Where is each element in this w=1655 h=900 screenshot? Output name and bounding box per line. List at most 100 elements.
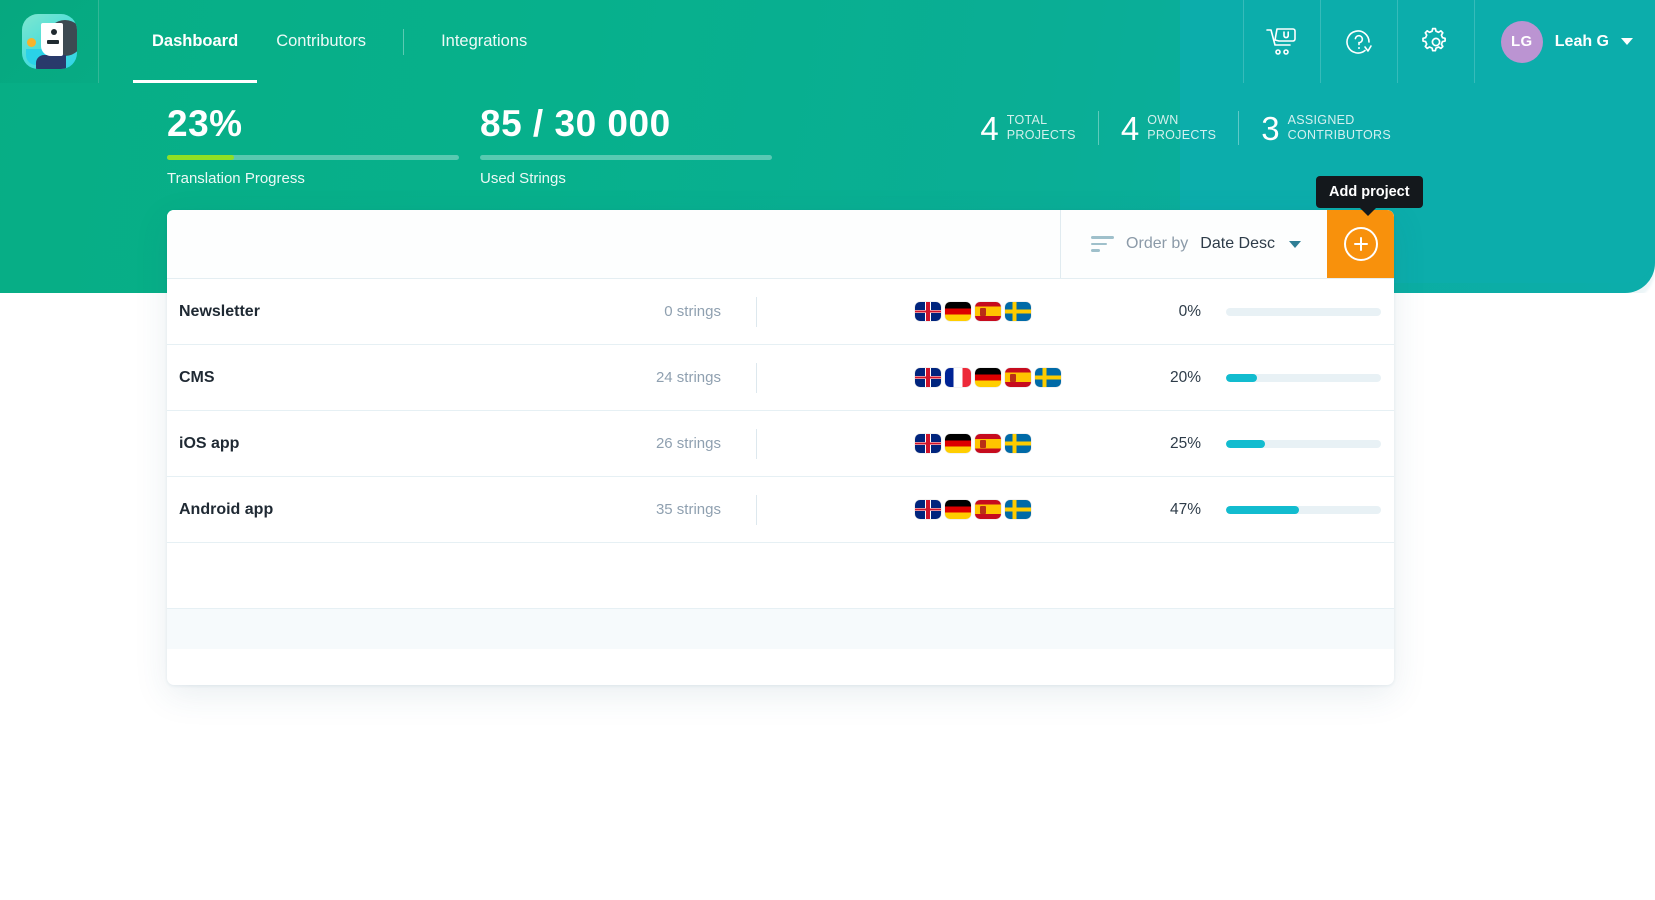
count-total-projects-line2: PROJECTS [1006, 128, 1076, 142]
chevron-down-icon [1621, 38, 1633, 45]
table-row[interactable]: Android app 35 strings 47% [167, 477, 1394, 543]
nav-item-contributors-label: Contributors [276, 32, 367, 50]
count-own-projects-label: OWN PROJECTS [1147, 113, 1216, 144]
nav-item-integrations-label: Integrations [441, 32, 528, 50]
help-button[interactable] [1319, 0, 1397, 83]
projects-empty-row [167, 543, 1394, 609]
plus-circle-icon [1343, 227, 1378, 261]
add-project-button[interactable] [1327, 210, 1394, 278]
count-assigned-contributors-number: 3 [1261, 109, 1280, 147]
order-by-control[interactable]: Order by Date Desc [1060, 210, 1327, 278]
count-total-projects: 4 TOTAL PROJECTS [958, 112, 1097, 145]
flag-fr-icon[interactable] [945, 368, 971, 387]
user-menu[interactable]: LG Leah G [1473, 0, 1655, 83]
stat-translation-progress: 23% Translation Progress [167, 83, 459, 187]
flag-se-icon[interactable] [1005, 500, 1031, 519]
projects-list: Newsletter 0 strings 0% CMS 24 strings 20% iOS… [167, 279, 1394, 543]
used-strings-value: 85 / 30 000 [480, 103, 671, 144]
used-strings-label: Used Strings [480, 170, 566, 187]
nav-item-dashboard[interactable]: Dashboard [133, 0, 258, 83]
nav-divider [403, 28, 405, 55]
flag-gb-icon[interactable] [915, 500, 941, 519]
flag-se-icon[interactable] [1035, 368, 1061, 387]
project-progress-bar [1226, 505, 1381, 514]
project-counts: 4 TOTAL PROJECTS 4 OWN PROJECTS 3 ASSIGN… [958, 111, 1413, 145]
flag-gb-icon[interactable] [915, 434, 941, 453]
count-assigned-contributors: 3 ASSIGNED CONTRIBUTORS [1239, 112, 1413, 145]
add-project-tooltip: Add project [1316, 176, 1423, 216]
order-by-label: Order by [1126, 235, 1189, 252]
flag-se-icon[interactable] [1005, 434, 1031, 453]
table-row[interactable]: CMS 24 strings 20% [167, 345, 1394, 411]
settings-button[interactable] [1396, 0, 1474, 83]
project-progress-bar [1226, 373, 1381, 382]
avatar: LG [1500, 20, 1543, 63]
flag-gb-icon[interactable] [915, 368, 941, 387]
project-languages [757, 500, 1147, 519]
count-total-projects-label: TOTAL PROJECTS [1007, 113, 1076, 144]
project-strings-count: 35 strings [655, 501, 721, 518]
count-assigned-contributors-line2: CONTRIBUTORS [1287, 128, 1391, 142]
project-progress-bar [1226, 307, 1381, 316]
toolbar-left-space [167, 210, 1060, 278]
cart-button[interactable] [1242, 0, 1320, 83]
translation-progress-value: 23% [167, 103, 243, 144]
user-name: Leah G [1554, 32, 1609, 50]
project-progress-label: 25% [1169, 434, 1201, 452]
flag-se-icon[interactable] [1005, 302, 1031, 321]
flag-gb-icon[interactable] [915, 302, 941, 321]
flag-es-icon[interactable] [1005, 368, 1031, 387]
order-by-value: Date Desc [1200, 235, 1275, 252]
count-assigned-contributors-label: ASSIGNED CONTRIBUTORS [1288, 113, 1391, 144]
flag-es-icon[interactable] [975, 302, 1001, 321]
flag-es-icon[interactable] [975, 500, 1001, 519]
top-navigation-bar: Dashboard Contributors Integrations LG L… [0, 0, 1655, 83]
help-question-icon [1345, 29, 1372, 54]
project-strings-count: 24 strings [655, 369, 721, 386]
flag-de-icon[interactable] [945, 302, 971, 321]
flag-de-icon[interactable] [945, 434, 971, 453]
project-name: CMS [179, 368, 215, 386]
project-strings-count: 26 strings [655, 435, 721, 452]
count-assigned-contributors-line1: ASSIGNED [1287, 112, 1355, 127]
logo-cell[interactable] [0, 0, 99, 83]
table-row[interactable]: Newsletter 0 strings 0% [167, 279, 1394, 345]
project-progress-label: 47% [1169, 500, 1201, 518]
used-strings-bar [480, 155, 772, 160]
translation-progress-bar [167, 155, 459, 160]
flag-es-icon[interactable] [975, 434, 1001, 453]
nav-item-contributors[interactable]: Contributors [257, 0, 385, 83]
project-strings-count: 0 strings [664, 303, 721, 320]
count-total-projects-line1: TOTAL [1006, 112, 1048, 127]
nav-item-integrations[interactable]: Integrations [422, 0, 546, 83]
shopping-cart-icon [1265, 27, 1296, 55]
projects-card: Order by Date Desc Newsletter 0 strings 0%… [167, 210, 1394, 685]
count-own-projects-line2: PROJECTS [1147, 128, 1217, 142]
flag-de-icon[interactable] [975, 368, 1001, 387]
nav-item-dashboard-label: Dashboard [152, 32, 239, 50]
projects-card-footer [167, 609, 1394, 649]
count-own-projects: 4 OWN PROJECTS [1099, 112, 1238, 145]
count-own-projects-line1: OWN [1147, 112, 1179, 127]
project-name: Newsletter [179, 302, 260, 320]
project-progress-label: 0% [1178, 302, 1201, 320]
add-project-tooltip-text: Add project [1329, 184, 1410, 200]
translation-progress-label: Translation Progress [167, 170, 305, 187]
count-total-projects-number: 4 [980, 109, 999, 147]
projects-toolbar: Order by Date Desc [167, 210, 1394, 279]
project-name: Android app [179, 500, 274, 518]
project-progress-bar [1226, 439, 1381, 448]
project-languages [757, 434, 1147, 453]
count-own-projects-number: 4 [1120, 109, 1140, 147]
sort-lines-icon [1091, 236, 1115, 252]
avatar-initials: LG [1511, 33, 1533, 50]
flag-de-icon[interactable] [945, 500, 971, 519]
table-row[interactable]: iOS app 26 strings 25% [167, 411, 1394, 477]
project-languages [757, 368, 1147, 387]
gear-icon [1421, 27, 1446, 52]
lokalise-logo-icon [21, 14, 77, 69]
stat-used-strings: 85 / 30 000 Used Strings [480, 83, 772, 187]
project-name: iOS app [179, 434, 240, 452]
project-progress-label: 20% [1169, 368, 1201, 386]
